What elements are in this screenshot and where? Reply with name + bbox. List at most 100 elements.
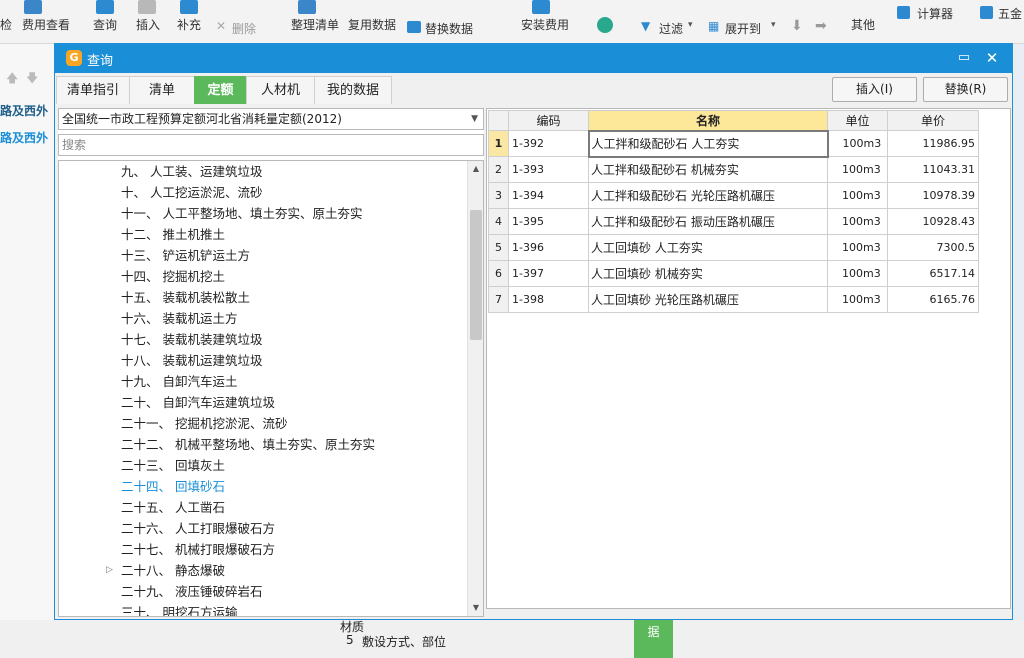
maximize-icon[interactable]: ▭ <box>953 48 975 68</box>
tree-node[interactable]: 十六、 装载机运土方 <box>121 308 237 329</box>
dialog-titlebar[interactable]: G 查询 ▭ ✕ <box>55 44 1012 73</box>
tree-node[interactable]: 十八、 装载机运建筑垃圾 <box>121 350 262 371</box>
code-cell[interactable]: 1-397 <box>508 260 589 287</box>
tab-my-data[interactable]: 我的数据 <box>314 76 392 104</box>
tree-node-selected[interactable]: 二十四、 回填砂石 <box>121 476 225 497</box>
code-cell[interactable]: 1-392 <box>508 130 589 157</box>
price-cell[interactable]: 7300.5 <box>887 234 979 261</box>
tree-node[interactable]: 十七、 装载机装建筑垃圾 <box>121 329 262 350</box>
expand-to-button[interactable]: 展开到 <box>725 20 761 37</box>
tree-node[interactable]: 十三、 铲运机铲运土方 <box>121 245 250 266</box>
reuse-data-button[interactable]: 复用数据 <box>348 16 396 33</box>
tree-node[interactable]: 十、 人工挖运淤泥、流砂 <box>121 182 262 203</box>
tree-node[interactable]: 十四、 挖掘机挖土 <box>121 266 225 287</box>
tree-node[interactable]: 十二、 推土机推土 <box>121 224 225 245</box>
name-cell[interactable]: 人工回填砂 人工夯实 <box>588 234 828 261</box>
replace-data-button[interactable]: 替换数据 <box>425 20 473 37</box>
tab-list[interactable]: 清单 <box>129 76 195 104</box>
tree-node[interactable]: 十一、 人工平整场地、填土夯实、原土夯实 <box>121 203 362 224</box>
tree-node[interactable]: 九、 人工装、运建筑垃圾 <box>121 161 262 182</box>
name-cell[interactable]: 人工拌和级配砂石 人工夯实 <box>587 129 829 158</box>
unit-cell[interactable]: 100m3 <box>827 156 888 183</box>
code-cell[interactable]: 1-393 <box>508 156 589 183</box>
tab-labor-material-machine[interactable]: 人材机 <box>246 76 315 104</box>
name-cell[interactable]: 人工回填砂 机械夯实 <box>588 260 828 287</box>
tree-node[interactable]: 三十、 明挖石方运输 <box>121 602 237 616</box>
unit-cell[interactable]: 100m3 <box>827 130 888 157</box>
circle-icon[interactable] <box>597 17 613 33</box>
table-row[interactable]: 4 1-395 人工拌和级配砂石 振动压路机碾压 100m3 10928.43 <box>488 208 979 235</box>
code-cell[interactable]: 1-394 <box>508 182 589 209</box>
wujin-button[interactable]: 五金 <box>998 5 1022 22</box>
organize-list-button[interactable]: 整理清单 <box>291 16 339 33</box>
unit-cell[interactable]: 100m3 <box>827 234 888 261</box>
name-cell[interactable]: 人工拌和级配砂石 光轮压路机碾压 <box>588 182 828 209</box>
name-cell[interactable]: 人工回填砂 光轮压路机碾压 <box>588 286 828 313</box>
unit-cell[interactable]: 100m3 <box>827 260 888 287</box>
arrow-right-icon[interactable]: ➡ <box>815 18 827 34</box>
project-item[interactable]: 路及西外 <box>0 129 48 146</box>
table-row[interactable]: 5 1-396 人工回填砂 人工夯实 100m3 7300.5 <box>488 234 979 261</box>
price-cell[interactable]: 10928.43 <box>887 208 979 235</box>
ribbon-check-label[interactable]: 检 <box>0 16 12 33</box>
table-row[interactable]: 6 1-397 人工回填砂 机械夯实 100m3 6517.14 <box>488 260 979 287</box>
price-cell[interactable]: 6517.14 <box>887 260 979 287</box>
scroll-thumb[interactable] <box>470 210 482 340</box>
tree-node[interactable]: 二十二、 机械平整场地、填土夯实、原土夯实 <box>121 434 375 455</box>
code-cell[interactable]: 1-395 <box>508 208 589 235</box>
install-fee-button[interactable]: 安装费用 <box>521 16 569 33</box>
close-icon[interactable]: ✕ <box>981 48 1003 68</box>
tree-node[interactable]: 二十五、 人工凿石 <box>121 497 225 518</box>
name-cell[interactable]: 人工拌和级配砂石 振动压路机碾压 <box>588 208 828 235</box>
move-down-icon[interactable]: 🡇 <box>26 69 38 90</box>
table-row[interactable]: 3 1-394 人工拌和级配砂石 光轮压路机碾压 100m3 10978.39 <box>488 182 979 209</box>
column-header[interactable]: 单价 <box>887 110 979 131</box>
code-cell[interactable]: 1-396 <box>508 234 589 261</box>
scroll-up-icon[interactable]: ▲ <box>468 161 483 177</box>
price-cell[interactable]: 10978.39 <box>887 182 979 209</box>
insert-ribbon-button[interactable]: 插入 <box>136 16 160 33</box>
tree-node[interactable]: 二十一、 挖掘机挖淤泥、流砂 <box>121 413 287 434</box>
tree-node[interactable]: 十五、 装载机装松散土 <box>121 287 250 308</box>
tab-list-guide[interactable]: 清单指引 <box>56 76 130 104</box>
table-row[interactable]: 1 1-392 人工拌和级配砂石 人工夯实 100m3 11986.95 <box>488 129 979 158</box>
name-cell[interactable]: 人工拌和级配砂石 机械夯实 <box>588 156 828 183</box>
arrow-down-icon[interactable]: ⬇ <box>791 18 803 34</box>
delete-button[interactable]: 删除 <box>232 20 256 37</box>
green-side-button[interactable]: 据 <box>634 620 673 658</box>
query-button[interactable]: 查询 <box>93 16 117 33</box>
unit-cell[interactable]: 100m3 <box>827 182 888 209</box>
move-up-icon[interactable]: 🡅 <box>6 69 18 90</box>
column-header[interactable]: 名称 <box>588 110 828 131</box>
column-header[interactable]: 单位 <box>827 110 888 131</box>
grid-cell[interactable]: 敷设方式、部位 <box>362 633 446 650</box>
tree-node[interactable]: ▷ 二十八、 静态爆破 <box>106 560 225 581</box>
price-cell[interactable]: 6165.76 <box>887 286 979 313</box>
tree-scrollbar[interactable]: ▲ ▼ <box>467 161 483 616</box>
tree-node[interactable]: 二十九、 液压锤破碎岩石 <box>121 581 262 602</box>
table-row[interactable]: 2 1-393 人工拌和级配砂石 机械夯实 100m3 11043.31 <box>488 156 979 183</box>
tree-node[interactable]: 十九、 自卸汽车运土 <box>121 371 237 392</box>
other-button[interactable]: 其他 <box>851 16 875 33</box>
insert-button[interactable]: 插入(I) <box>832 77 917 102</box>
tree-node[interactable]: 二十七、 机械打眼爆破石方 <box>121 539 275 560</box>
fee-view-button[interactable]: 费用查看 <box>22 16 70 33</box>
column-header[interactable]: 编码 <box>508 110 589 131</box>
search-input[interactable] <box>58 134 484 156</box>
tree-node[interactable]: 二十、 自卸汽车运建筑垃圾 <box>121 392 275 413</box>
table-row[interactable]: 7 1-398 人工回填砂 光轮压路机碾压 100m3 6165.76 <box>488 286 979 313</box>
replace-button[interactable]: 替换(R) <box>923 77 1008 102</box>
code-cell[interactable]: 1-398 <box>508 286 589 313</box>
tree-node[interactable]: 二十三、 回填灰土 <box>121 455 225 476</box>
tree-node[interactable]: 二十六、 人工打眼爆破石方 <box>121 518 275 539</box>
project-item[interactable]: 路及西外 <box>0 102 48 119</box>
unit-cell[interactable]: 100m3 <box>827 208 888 235</box>
tab-quota[interactable]: 定额 <box>194 76 247 104</box>
calculator-button[interactable]: 计算器 <box>917 5 953 22</box>
quota-library-select[interactable]: 全国统一市政工程预算定额河北省消耗量定额(2012) ▼ <box>58 108 484 130</box>
filter-button[interactable]: 过滤 <box>659 20 683 37</box>
supplement-button[interactable]: 补充 <box>177 16 201 33</box>
scroll-down-icon[interactable]: ▼ <box>468 600 483 616</box>
unit-cell[interactable]: 100m3 <box>827 286 888 313</box>
expand-triangle-icon[interactable]: ▷ <box>106 560 113 581</box>
